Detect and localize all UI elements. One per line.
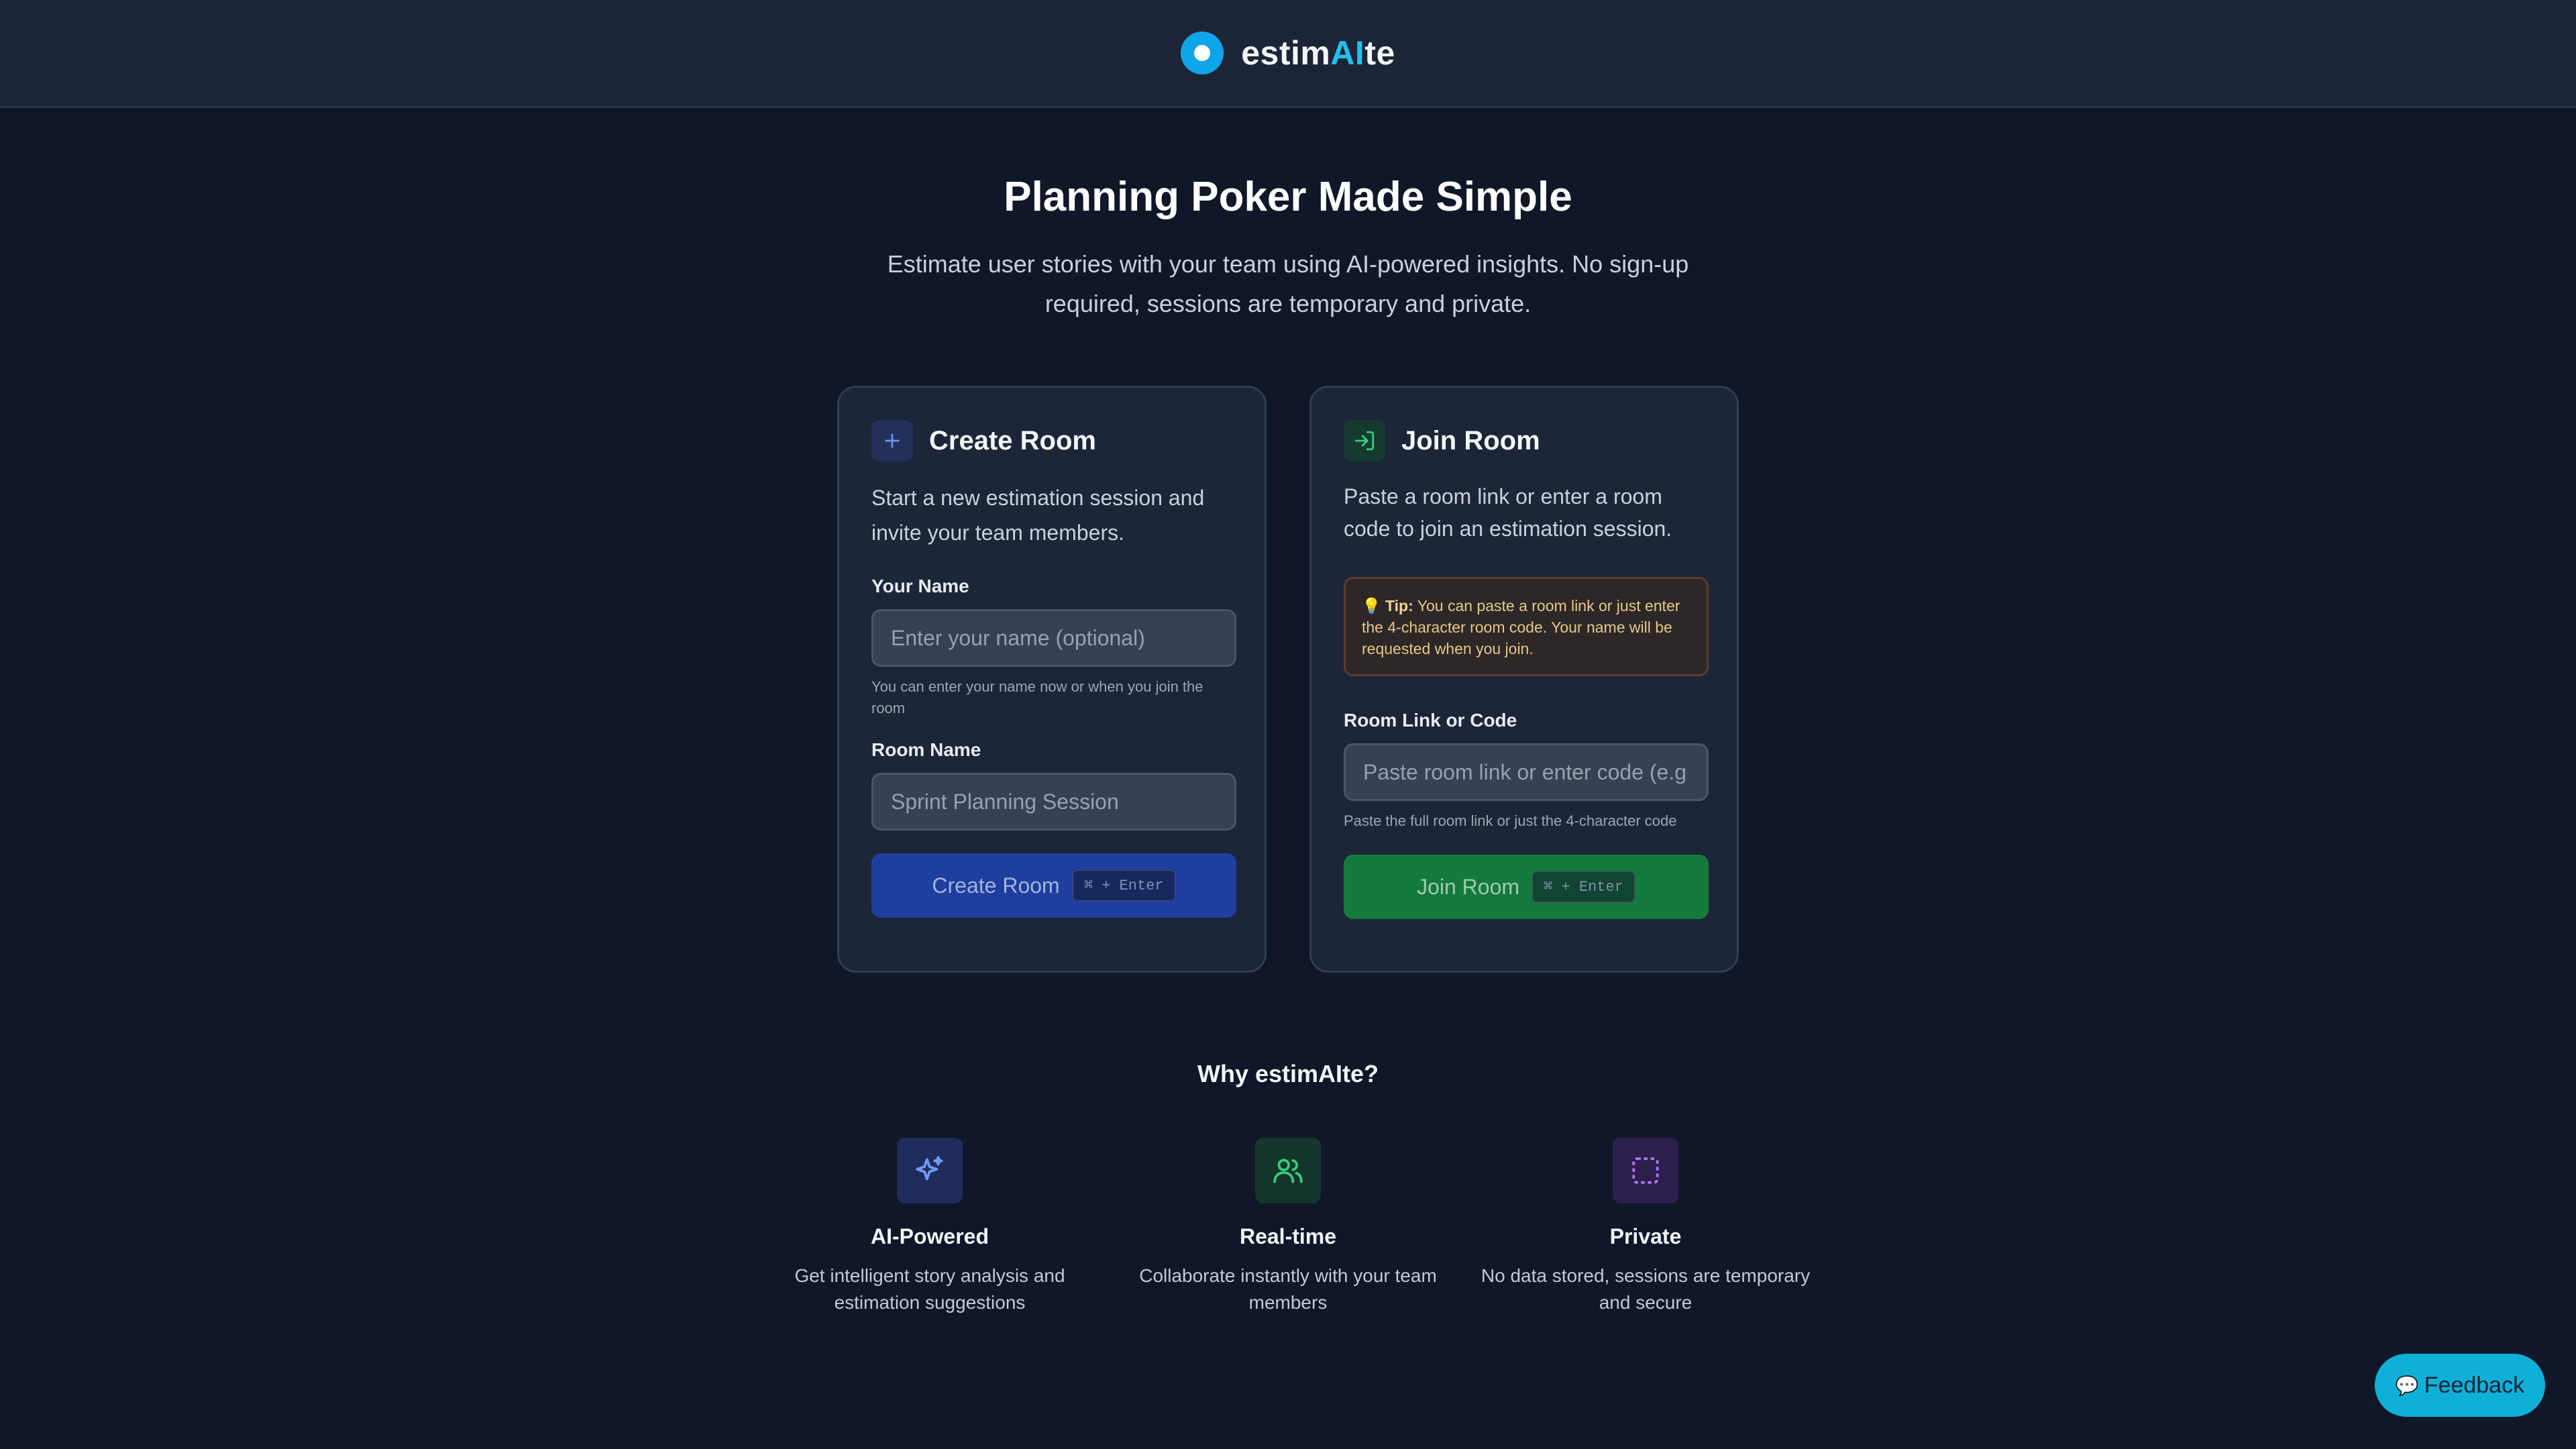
join-room-description: Paste a room link or enter a room code t… bbox=[1344, 484, 1672, 541]
page-title: Planning Poker Made Simple bbox=[1004, 174, 1572, 220]
brand-name: estimAIte bbox=[1241, 34, 1395, 72]
sparkles-icon bbox=[897, 1138, 963, 1203]
your-name-input[interactable] bbox=[871, 609, 1236, 667]
join-room-button-label: Join Room bbox=[1417, 874, 1520, 899]
feature-description: Collaborate instantly with your team mem… bbox=[1139, 1265, 1437, 1313]
feature-title: Real-time bbox=[1239, 1224, 1337, 1248]
your-name-label: Your Name bbox=[871, 576, 969, 596]
tip-label: Tip: bbox=[1385, 597, 1413, 614]
brand[interactable]: estimAIte bbox=[1181, 32, 1395, 74]
join-room-button[interactable]: Join Room ⌘ + Enter bbox=[1344, 855, 1709, 919]
logo-icon bbox=[1181, 32, 1224, 74]
feedback-label: Feedback bbox=[2424, 1372, 2525, 1398]
join-room-title: Join Room bbox=[1401, 425, 1540, 455]
feature-description: No data stored, sessions are temporary a… bbox=[1481, 1265, 1811, 1313]
room-code-input[interactable] bbox=[1344, 743, 1709, 801]
feature-title: AI-Powered bbox=[870, 1224, 989, 1248]
create-room-card: Create Room Start a new estimation sessi… bbox=[837, 386, 1267, 973]
your-name-hint: You can enter your name now or when you … bbox=[871, 678, 1203, 716]
enter-icon bbox=[1344, 420, 1385, 462]
create-room-title: Create Room bbox=[929, 425, 1096, 455]
plus-icon bbox=[871, 420, 913, 462]
page-subtitle: Estimate user stories with your team usi… bbox=[887, 250, 1689, 317]
feature-private: Private No data stored, sessions are tem… bbox=[1471, 1138, 1820, 1316]
why-title: Why estimAIte? bbox=[1197, 1060, 1379, 1087]
feedback-button[interactable]: 💬 Feedback bbox=[2375, 1354, 2545, 1417]
room-name-input[interactable] bbox=[871, 773, 1236, 830]
feature-real-time: Real-time Collaborate instantly with you… bbox=[1114, 1138, 1462, 1316]
lightbulb-icon: 💡 bbox=[1362, 597, 1381, 614]
feature-description: Get intelligent story analysis and estim… bbox=[794, 1265, 1065, 1313]
keyboard-shortcut-badge: ⌘ + Enter bbox=[1071, 869, 1176, 902]
join-room-card: Join Room Paste a room link or enter a r… bbox=[1309, 386, 1739, 973]
create-room-button[interactable]: Create Room ⌘ + Enter bbox=[871, 853, 1236, 918]
brand-name-ai: AI bbox=[1330, 34, 1365, 72]
top-bar: estimAIte bbox=[0, 0, 2576, 108]
create-room-button-label: Create Room bbox=[932, 873, 1060, 898]
create-room-description: Start a new estimation session and invit… bbox=[871, 486, 1205, 545]
brand-name-prefix: estim bbox=[1241, 34, 1331, 72]
feature-title: Private bbox=[1609, 1224, 1682, 1248]
keyboard-shortcut-badge: ⌘ + Enter bbox=[1532, 871, 1635, 903]
feature-ai-powered: AI-Powered Get intelligent story analysi… bbox=[755, 1138, 1104, 1316]
chat-bubble-icon: 💬 bbox=[2395, 1375, 2419, 1396]
room-code-label: Room Link or Code bbox=[1344, 710, 1517, 731]
brand-name-suffix: te bbox=[1364, 34, 1395, 72]
dashed-square-icon bbox=[1613, 1138, 1678, 1203]
tip-box: 💡 Tip: You can paste a room link or just… bbox=[1344, 577, 1709, 676]
room-code-hint: Paste the full room link or just the 4-c… bbox=[1344, 812, 1677, 829]
users-icon bbox=[1255, 1138, 1321, 1203]
room-name-label: Room Name bbox=[871, 739, 981, 760]
hero: Planning Poker Made Simple Estimate user… bbox=[0, 168, 2576, 323]
